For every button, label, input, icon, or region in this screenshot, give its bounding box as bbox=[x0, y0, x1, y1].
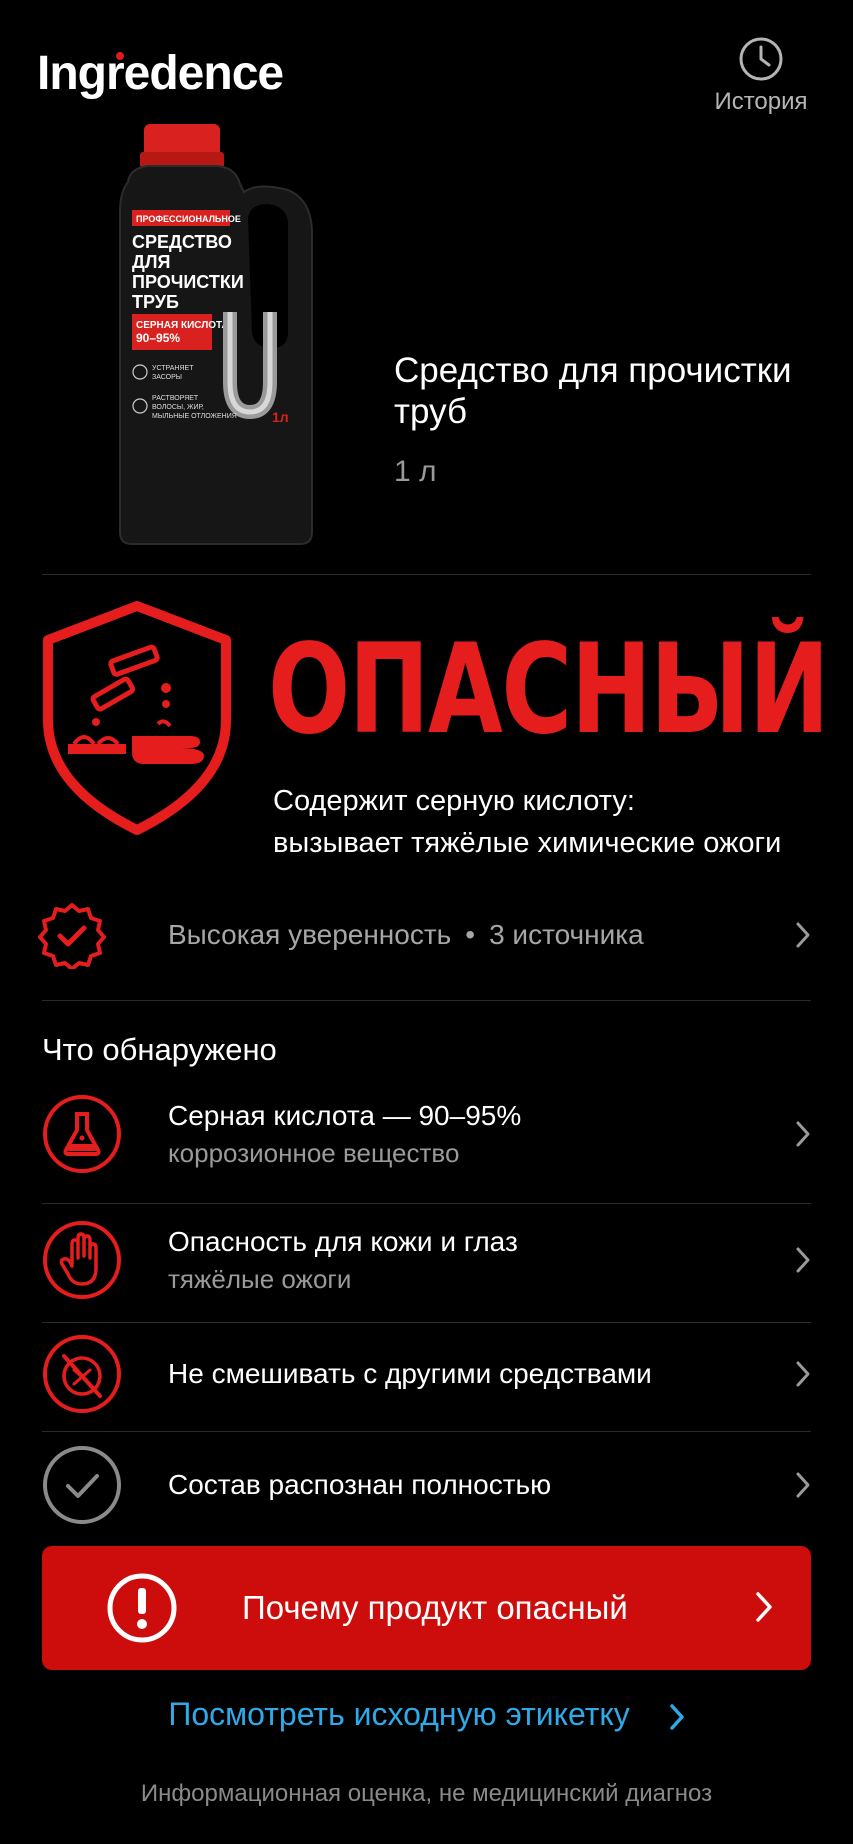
exclamation-circle-icon bbox=[107, 1573, 177, 1643]
chevron-right-icon bbox=[796, 1472, 810, 1498]
bottle-acid-line: 90–95% bbox=[136, 331, 180, 345]
history-label: История bbox=[714, 88, 808, 115]
view-original-label-link[interactable]: Посмотреть исходную этикетку bbox=[0, 1696, 853, 1733]
verified-badge-icon bbox=[38, 903, 106, 969]
verdict-label: ОПАСНЫЙ bbox=[268, 618, 830, 762]
bottle-feature-line: ЗАСОРЫ bbox=[152, 374, 182, 381]
verdict-description: Содержит серную кислоту: вызывает тяжёлы… bbox=[273, 780, 781, 864]
bottle-name-line: ТРУБ bbox=[132, 292, 179, 312]
verdict-description-line: вызывает тяжёлые химические ожоги bbox=[273, 827, 782, 859]
verdict-description-line: Содержит серную кислоту: bbox=[273, 785, 635, 817]
finding-row[interactable]: Опасность для кожи и глаз тяжёлые ожоги bbox=[42, 1220, 811, 1300]
bottle-name-line: ДЛЯ bbox=[132, 252, 170, 272]
bottle-name-line: СРЕДСТВО bbox=[132, 232, 232, 252]
check-circle-icon bbox=[43, 1446, 121, 1524]
chevron-right-icon bbox=[796, 1121, 810, 1147]
product-volume: 1 л bbox=[394, 455, 437, 488]
confidence-text: Высокая уверенность • 3 источника bbox=[168, 919, 644, 951]
chevron-right-icon bbox=[796, 1361, 810, 1387]
confidence-sources: 3 источника bbox=[489, 919, 644, 950]
why-dangerous-label: Почему продукт опасный bbox=[242, 1589, 628, 1626]
finding-row[interactable]: Состав распознан полностью bbox=[42, 1445, 811, 1525]
finding-title: Состав распознан полностью bbox=[168, 1469, 552, 1500]
chevron-right-icon bbox=[796, 1247, 810, 1273]
disclaimer-text: Информационная оценка, не медицинский ди… bbox=[140, 1780, 713, 1807]
bottle-badge-text: ПРОФЕССИОНАЛЬНОЕ bbox=[136, 214, 241, 224]
chevron-right-icon bbox=[796, 922, 810, 948]
flask-icon bbox=[43, 1095, 121, 1173]
confidence-separator: • bbox=[465, 919, 476, 950]
divider bbox=[42, 574, 811, 575]
product-image: ПРОФЕССИОНАЛЬНОЕ СРЕДСТВО ДЛЯ ПРОЧИСТКИ … bbox=[119, 124, 313, 545]
divider bbox=[42, 1431, 811, 1432]
divider bbox=[42, 1000, 811, 1001]
finding-row[interactable]: Не смешивать с другими средствами bbox=[42, 1334, 811, 1414]
chevron-right-icon bbox=[669, 1703, 684, 1730]
finding-title: Не смешивать с другими средствами bbox=[168, 1358, 652, 1389]
confidence-row[interactable]: Высокая уверенность • 3 источника bbox=[38, 900, 811, 970]
bottle-acid-line: СЕРНАЯ КИСЛОТА bbox=[136, 320, 229, 331]
bottle-feature-line: УСТРАНЯЕТ bbox=[152, 365, 194, 372]
hand-stop-icon bbox=[43, 1221, 121, 1299]
finding-title: Серная кислота — 90–95% bbox=[168, 1100, 522, 1131]
history-button[interactable]: История bbox=[711, 36, 811, 116]
finding-title: Опасность для кожи и глаз bbox=[168, 1226, 518, 1257]
bottle-feature-line: РАСТВОРЯЕТ bbox=[152, 395, 199, 402]
view-original-label-text: Посмотреть исходную этикетку bbox=[168, 1696, 630, 1732]
bottle-feature-line: МЫЛЬНЫЕ ОТЛОЖЕНИЯ bbox=[152, 413, 237, 420]
why-dangerous-button[interactable]: Почему продукт опасный bbox=[42, 1546, 811, 1670]
bottle-volume: 1л bbox=[272, 409, 289, 425]
corrosive-hazard-shield-icon bbox=[43, 601, 231, 835]
app-logo-text: Ingredence bbox=[37, 47, 284, 100]
findings-title: Что обнаружено bbox=[42, 1032, 277, 1067]
no-mix-icon bbox=[43, 1335, 121, 1413]
bottle-name-line: ПРОЧИСТКИ bbox=[132, 272, 244, 292]
divider bbox=[42, 1322, 811, 1323]
confidence-level: Высокая уверенность bbox=[168, 919, 452, 950]
clock-icon bbox=[739, 37, 783, 81]
logo-accent-dot bbox=[116, 52, 124, 60]
finding-row[interactable]: Серная кислота — 90–95% коррозионное вещ… bbox=[42, 1094, 811, 1174]
app-logo: Ingredence bbox=[37, 46, 284, 101]
finding-subtitle: тяжёлые ожоги bbox=[168, 1264, 352, 1294]
product-title: Средство для прочистки труб bbox=[394, 351, 792, 431]
bottle-feature-line: ВОЛОСЫ, ЖИР, bbox=[152, 404, 204, 411]
divider bbox=[42, 1203, 811, 1204]
chevron-right-icon bbox=[756, 1592, 772, 1622]
finding-subtitle: коррозионное вещество bbox=[168, 1138, 460, 1168]
